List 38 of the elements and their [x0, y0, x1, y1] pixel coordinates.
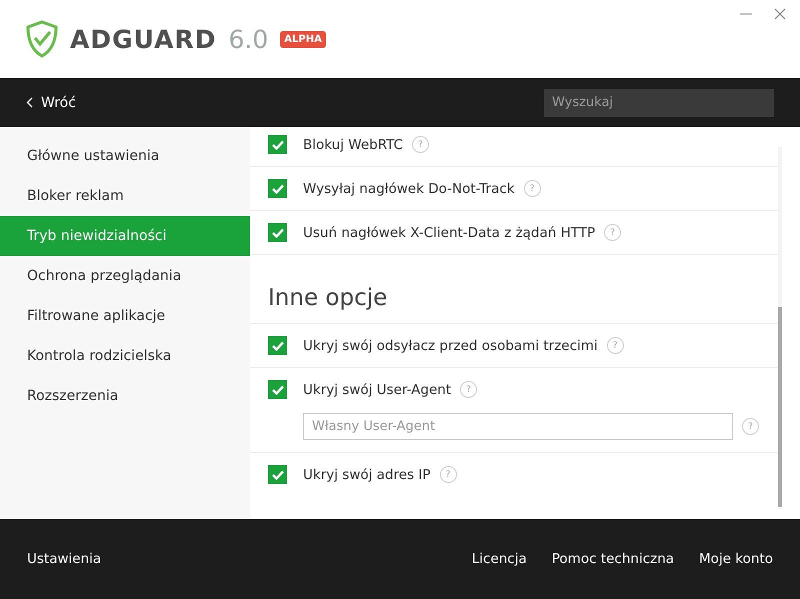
option-label: Ukryj swój adres IP	[303, 466, 431, 482]
option-label: Usuń nagłówek X-Client-Data z żądań HTTP	[303, 224, 596, 240]
brand-name: ADGUARD	[70, 24, 217, 54]
checkbox[interactable]	[268, 336, 287, 355]
checkbox[interactable]	[268, 465, 287, 484]
checkmark-icon	[272, 340, 284, 350]
settings-link[interactable]: Ustawienia	[27, 551, 102, 567]
sidebar-item[interactable]: Filtrowane aplikacje	[0, 296, 250, 336]
back-button[interactable]: Wróć	[26, 94, 76, 110]
checkbox[interactable]	[268, 380, 287, 399]
checkmark-icon	[272, 228, 284, 238]
scrollbar-drawing[interactable]	[778, 147, 782, 509]
option-label: Wysyłaj nagłówek Do-Not-Track	[303, 180, 515, 196]
checkmark-icon	[272, 384, 284, 394]
sidebar-item[interactable]: Bloker reklam	[0, 176, 250, 216]
footer-link[interactable]: Licencja	[472, 551, 527, 567]
checkmark-icon	[272, 184, 284, 194]
user-agent-field[interactable]: Własny User-Agent	[303, 413, 733, 440]
option-label: Ukryj swój odsyłacz przed osobami trzecimi	[303, 338, 598, 354]
footer-link[interactable]: Pomoc techniczna	[552, 551, 674, 567]
option-label: Ukryj swój User-Agent	[303, 382, 452, 398]
checkmark-icon	[272, 470, 284, 480]
version-number: 6.0	[228, 24, 268, 54]
checkbox[interactable]	[268, 179, 287, 198]
sidebar-item[interactable]: Rozszerzenia	[0, 376, 250, 416]
search-field[interactable]: Wyszukaj	[544, 88, 774, 116]
option-label: Blokuj WebRTC	[303, 136, 403, 152]
sidebar-item[interactable]: Kontrola rodzicielska	[0, 336, 250, 376]
chevron-left-icon	[26, 97, 33, 108]
checkbox[interactable]	[268, 135, 287, 154]
footer-link[interactable]: Moje konto	[699, 551, 773, 567]
sidebar-item[interactable]: Główne ustawienia	[0, 136, 250, 176]
close-icon[interactable]	[774, 8, 786, 20]
shield-logo-icon	[26, 20, 58, 58]
checkmark-icon	[272, 140, 284, 150]
sidebar-item[interactable]: Ochrona przeglądania	[0, 256, 250, 296]
checkbox[interactable]	[268, 223, 287, 242]
alpha-badge: ALPHA	[280, 30, 326, 48]
